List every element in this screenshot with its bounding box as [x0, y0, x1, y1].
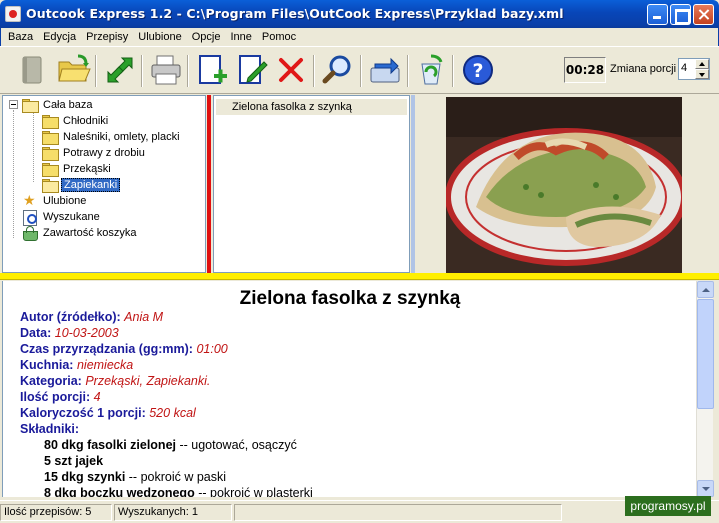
- tree-item-root[interactable]: Cała baza: [22, 97, 95, 113]
- field-prep-time: Czas przyrządzania (gg:mm): 01:00: [20, 342, 228, 356]
- menu-ulubione[interactable]: Ulubione: [133, 31, 186, 43]
- status-found-count: Wyszukanych: 1: [114, 504, 232, 521]
- tree-item-ulubione[interactable]: Ulubione: [22, 192, 88, 209]
- top-bottom-splitter[interactable]: [0, 273, 719, 280]
- tree-item-wyszukane[interactable]: Wyszukane: [22, 209, 102, 226]
- title-bar: Outcook Express 1.2 - C:\Program Files\O…: [0, 0, 719, 28]
- portion-value[interactable]: 4: [681, 62, 687, 74]
- add-recipe-icon[interactable]: [194, 52, 230, 88]
- help-icon[interactable]: ?: [460, 52, 496, 88]
- toolbar: ? 00:28 Zmiana porcji 4: [0, 46, 719, 94]
- status-recipe-count: Ilość przepisów: 5: [0, 504, 112, 521]
- timer-display: 00:28: [564, 57, 606, 83]
- detail-scrollbar[interactable]: [696, 281, 714, 497]
- toolbar-separator: [407, 55, 409, 87]
- field-author: Autor (źródełko): Ania M: [20, 310, 164, 324]
- menu-pomoc[interactable]: Pomoc: [257, 31, 301, 43]
- folder-open-icon: [22, 99, 39, 113]
- toolbar-separator: [187, 55, 189, 87]
- ingredients-heading: Składniki:: [20, 422, 80, 436]
- category-tree[interactable]: Cała baza Chłodniki Naleśniki, omlety, p…: [2, 95, 206, 273]
- minimize-button[interactable]: [647, 4, 668, 25]
- toolbar-separator: [95, 55, 97, 87]
- tree-connector: [33, 110, 34, 182]
- menu-baza[interactable]: Baza: [3, 31, 38, 43]
- favorites-icon: [22, 192, 38, 209]
- maximize-button[interactable]: [670, 4, 691, 25]
- field-calories: Kaloryczość 1 porcji: 520 kcal: [20, 406, 196, 420]
- stepper-down-button[interactable]: [695, 69, 709, 79]
- folder-icon: [42, 163, 59, 177]
- basket-icon: [22, 226, 38, 241]
- field-cuisine: Kuchnia: niemiecka: [20, 358, 134, 372]
- list-photo-splitter[interactable]: [411, 95, 415, 273]
- ingredient-row: 5 szt jajek: [44, 454, 104, 468]
- folder-icon: [42, 115, 59, 129]
- field-servings: Ilość porcji: 4: [20, 390, 101, 404]
- scroll-down-button[interactable]: [697, 480, 714, 497]
- toolbar-separator: [452, 55, 454, 87]
- photo-panel: [416, 95, 717, 273]
- refresh-arrows-icon[interactable]: [102, 52, 138, 88]
- folder-icon: [42, 131, 59, 145]
- tree-list-splitter[interactable]: [207, 95, 211, 273]
- open-folder-icon[interactable]: [56, 52, 92, 88]
- tree-collapse-toggle[interactable]: [9, 100, 18, 109]
- folder-icon: [42, 147, 59, 161]
- portion-label: Zmiana porcji: [610, 63, 677, 75]
- folder-open-icon: [42, 179, 59, 193]
- menu-inne[interactable]: Inne: [225, 31, 256, 43]
- field-category: Kategoria: Przekąski, Zapiekanki.: [20, 374, 211, 388]
- window-title: Outcook Express 1.2 - C:\Program Files\O…: [26, 6, 564, 21]
- recipe-detail: Zielona fasolka z szynką Autor (źródełko…: [2, 281, 696, 497]
- recipe-list[interactable]: Zielona fasolka z szynką: [213, 95, 410, 273]
- toolbar-separator: [141, 55, 143, 87]
- transfer-icon[interactable]: [367, 52, 403, 88]
- tree-item-przekaski[interactable]: Przekąski: [42, 161, 113, 177]
- tree-item-nalesniki[interactable]: Naleśniki, omlety, placki: [42, 129, 182, 145]
- search-results-icon: [22, 210, 38, 226]
- edit-recipe-icon[interactable]: [234, 52, 270, 88]
- status-empty-cell: [234, 504, 562, 521]
- scroll-up-button[interactable]: [697, 281, 714, 298]
- search-icon[interactable]: [320, 52, 356, 88]
- ingredient-row: 8 dkg boczku wędzonego -- pokroić w plas…: [44, 486, 313, 497]
- menu-przepisy[interactable]: Przepisy: [81, 31, 133, 43]
- tree-item-koszyk[interactable]: Zawartość koszyka: [22, 225, 139, 241]
- tree-item-chlodniki[interactable]: Chłodniki: [42, 113, 110, 129]
- status-bar: Ilość przepisów: 5 Wyszukanych: 1: [0, 500, 719, 523]
- menu-edycja[interactable]: Edycja: [38, 31, 81, 43]
- svg-text:?: ?: [472, 60, 483, 82]
- stepper-up-button[interactable]: [695, 59, 709, 69]
- printer-icon[interactable]: [148, 52, 184, 88]
- toolbar-separator: [313, 55, 315, 87]
- menu-opcje[interactable]: Opcje: [187, 31, 226, 43]
- menu-bar: Baza Edycja Przepisy Ulubione Opcje Inne…: [0, 28, 719, 46]
- tree-item-zapiekanki[interactable]: Zapiekanki: [42, 177, 121, 193]
- close-button[interactable]: [693, 4, 714, 25]
- watermark: programosy.pl: [625, 496, 711, 516]
- recipe-title: Zielona fasolka z szynką: [239, 288, 461, 309]
- tree-item-potrawy-z-drobiu[interactable]: Potrawy z drobiu: [42, 145, 147, 161]
- portion-stepper[interactable]: 4: [678, 58, 710, 80]
- delete-icon[interactable]: [273, 52, 309, 88]
- list-item[interactable]: Zielona fasolka z szynką: [216, 99, 407, 115]
- field-date: Data: 10-03-2003: [20, 326, 119, 340]
- recycle-icon[interactable]: [413, 52, 449, 88]
- app-icon[interactable]: [5, 6, 21, 22]
- book-icon[interactable]: [14, 52, 50, 88]
- toolbar-separator: [360, 55, 362, 87]
- recipe-photo: [446, 97, 682, 273]
- ingredient-row: 15 dkg szynki -- pokroić w paski: [44, 470, 227, 484]
- tree-connector: [13, 110, 14, 238]
- ingredient-row: 80 dkg fasolki zielonej -- ugotować, osą…: [44, 438, 297, 452]
- scroll-thumb[interactable]: [697, 299, 714, 409]
